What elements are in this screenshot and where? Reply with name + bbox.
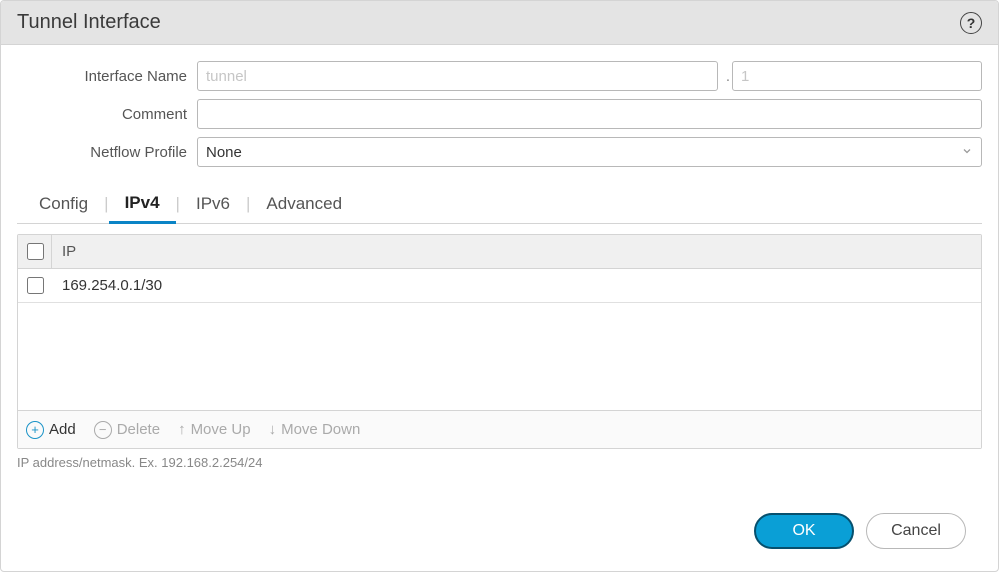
add-button[interactable]: + Add <box>26 421 76 439</box>
arrow-up-icon: ↑ <box>178 421 186 438</box>
row-comment: Comment <box>17 99 982 129</box>
tab-config[interactable]: Config <box>23 186 104 222</box>
dialog-header: Tunnel Interface ? <box>1 1 998 45</box>
dialog-footer: OK Cancel <box>17 499 982 563</box>
add-label: Add <box>49 421 76 438</box>
select-all-cell <box>18 235 52 268</box>
move-up-button[interactable]: ↑ Move Up <box>178 421 251 438</box>
move-down-label: Move Down <box>281 421 360 438</box>
move-down-button[interactable]: ↓ Move Down <box>269 421 361 438</box>
comment-label: Comment <box>17 106 197 123</box>
row-netflow: Netflow Profile None <box>17 137 982 167</box>
dialog-body: Interface Name . Comment Netflow Profile… <box>1 45 998 571</box>
tab-advanced[interactable]: Advanced <box>250 186 358 222</box>
arrow-down-icon: ↓ <box>269 421 277 438</box>
ok-button[interactable]: OK <box>754 513 854 549</box>
move-up-label: Move Up <box>191 421 251 438</box>
minus-icon: − <box>94 421 112 439</box>
interface-separator-dot: . <box>726 68 730 85</box>
hint-text: IP address/netmask. Ex. 192.168.2.254/24 <box>17 455 982 470</box>
interface-name-label: Interface Name <box>17 68 197 85</box>
help-icon[interactable]: ? <box>960 12 982 34</box>
table-toolbar: + Add − Delete ↑ Move Up ↓ Move Down <box>18 410 981 448</box>
delete-button[interactable]: − Delete <box>94 421 160 439</box>
netflow-label: Netflow Profile <box>17 144 197 161</box>
plus-icon: + <box>26 421 44 439</box>
delete-label: Delete <box>117 421 160 438</box>
tabs: Config | IPv4 | IPv6 | Advanced <box>17 185 982 224</box>
ip-table: IP 169.254.0.1/30 + Add − Delete <box>17 234 982 449</box>
cancel-button[interactable]: Cancel <box>866 513 966 549</box>
row-interface-name: Interface Name . <box>17 61 982 91</box>
ip-column-header: IP <box>52 243 76 260</box>
tab-ipv6[interactable]: IPv6 <box>180 186 246 222</box>
table-row[interactable]: 169.254.0.1/30 <box>18 269 981 303</box>
chevron-down-icon <box>961 145 973 160</box>
dialog-title: Tunnel Interface <box>17 11 161 34</box>
table-header-row: IP <box>18 235 981 269</box>
select-all-checkbox[interactable] <box>27 243 44 260</box>
form-rows: Interface Name . Comment Netflow Profile… <box>17 61 982 175</box>
row-checkbox[interactable] <box>27 277 44 294</box>
ip-cell: 169.254.0.1/30 <box>52 277 162 294</box>
comment-input[interactable] <box>197 99 982 129</box>
netflow-select[interactable]: None <box>197 137 982 167</box>
interface-name-input[interactable] <box>197 61 718 91</box>
interface-number-input[interactable] <box>732 61 982 91</box>
table-body: 169.254.0.1/30 <box>18 269 981 410</box>
tab-ipv4[interactable]: IPv4 <box>109 185 176 224</box>
row-checkbox-cell <box>18 269 52 302</box>
netflow-value: None <box>206 144 242 161</box>
tunnel-interface-dialog: Tunnel Interface ? Interface Name . Comm… <box>0 0 999 572</box>
